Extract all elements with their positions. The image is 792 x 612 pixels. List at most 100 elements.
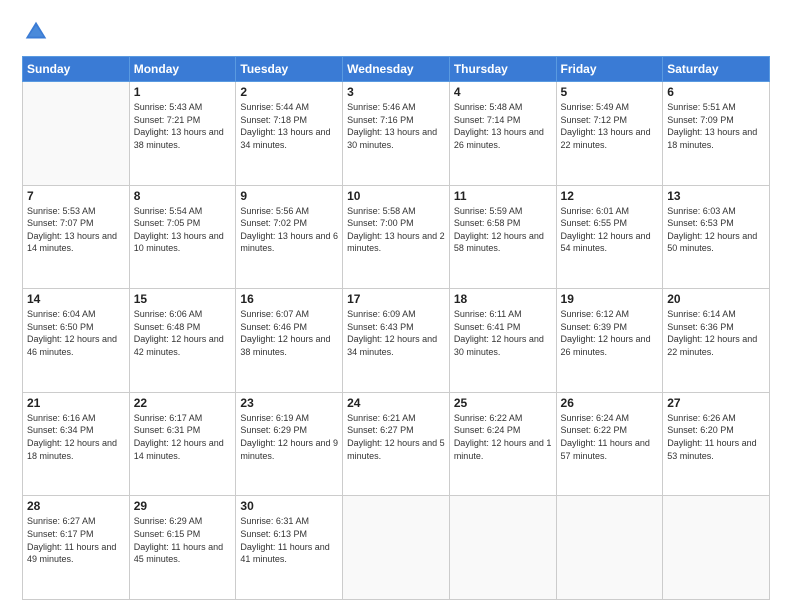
- calendar-cell: 18Sunrise: 6:11 AMSunset: 6:41 PMDayligh…: [449, 289, 556, 393]
- calendar-week-row: 21 Sunrise: 6:16 AMSunset: 6:34 PMDayligh…: [23, 392, 770, 496]
- cell-info: Sunrise: 5:56 AMSunset: 7:02 PMDaylight:…: [240, 205, 338, 255]
- day-number: 21: [27, 396, 125, 410]
- day-number: 6: [667, 85, 765, 99]
- calendar-cell: 11 Sunrise: 5:59 AMSunset: 6:58 PMDayligh…: [449, 185, 556, 289]
- day-number: 25: [454, 396, 552, 410]
- cell-info: Sunrise: 6:16 AMSunset: 6:34 PMDaylight:…: [27, 412, 125, 462]
- calendar-cell: 29 Sunrise: 6:29 AMSunset: 6:15 PMDayligh…: [129, 496, 236, 600]
- calendar-cell: [449, 496, 556, 600]
- calendar-cell: 4 Sunrise: 5:48 AMSunset: 7:14 PMDaylight…: [449, 82, 556, 186]
- calendar-cell: 25 Sunrise: 6:22 AMSunset: 6:24 PMDayligh…: [449, 392, 556, 496]
- day-number: 5: [561, 85, 659, 99]
- page: SundayMondayTuesdayWednesdayThursdayFrid…: [0, 0, 792, 612]
- day-number: 8: [134, 189, 232, 203]
- header: [22, 18, 770, 46]
- calendar-cell: [23, 82, 130, 186]
- day-number: 17: [347, 292, 445, 306]
- calendar-week-row: 7 Sunrise: 5:53 AMSunset: 7:07 PMDaylight…: [23, 185, 770, 289]
- calendar-cell: 24 Sunrise: 6:21 AMSunset: 6:27 PMDayligh…: [343, 392, 450, 496]
- day-number: 9: [240, 189, 338, 203]
- cell-info: Sunrise: 6:06 AMSunset: 6:48 PMDaylight:…: [134, 308, 232, 358]
- calendar-cell: 15 Sunrise: 6:06 AMSunset: 6:48 PMDayligh…: [129, 289, 236, 393]
- cell-info: Sunrise: 6:09 AMSunset: 6:43 PMDaylight:…: [347, 308, 445, 358]
- weekday-header: Tuesday: [236, 57, 343, 82]
- calendar-cell: 27 Sunrise: 6:26 AMSunset: 6:20 PMDayligh…: [663, 392, 770, 496]
- cell-info: Sunrise: 6:29 AMSunset: 6:15 PMDaylight:…: [134, 515, 232, 565]
- cell-info: Sunrise: 6:03 AMSunset: 6:53 PMDaylight:…: [667, 205, 765, 255]
- weekday-header: Thursday: [449, 57, 556, 82]
- weekday-header: Friday: [556, 57, 663, 82]
- calendar-cell: 9 Sunrise: 5:56 AMSunset: 7:02 PMDaylight…: [236, 185, 343, 289]
- calendar-cell: [663, 496, 770, 600]
- day-number: 22: [134, 396, 232, 410]
- day-number: 27: [667, 396, 765, 410]
- calendar-table: SundayMondayTuesdayWednesdayThursdayFrid…: [22, 56, 770, 600]
- logo-icon: [22, 18, 50, 46]
- calendar-cell: 23 Sunrise: 6:19 AMSunset: 6:29 PMDayligh…: [236, 392, 343, 496]
- calendar-cell: 1 Sunrise: 5:43 AMSunset: 7:21 PMDaylight…: [129, 82, 236, 186]
- calendar-cell: 30 Sunrise: 6:31 AMSunset: 6:13 PMDayligh…: [236, 496, 343, 600]
- weekday-header: Monday: [129, 57, 236, 82]
- day-number: 28: [27, 499, 125, 513]
- logo: [22, 18, 54, 46]
- weekday-header: Saturday: [663, 57, 770, 82]
- weekday-header: Sunday: [23, 57, 130, 82]
- calendar-cell: 14 Sunrise: 6:04 AMSunset: 6:50 PMDayligh…: [23, 289, 130, 393]
- cell-info: Sunrise: 6:21 AMSunset: 6:27 PMDaylight:…: [347, 412, 445, 462]
- calendar-cell: 7 Sunrise: 5:53 AMSunset: 7:07 PMDaylight…: [23, 185, 130, 289]
- calendar-cell: 10 Sunrise: 5:58 AMSunset: 7:00 PMDayligh…: [343, 185, 450, 289]
- cell-info: Sunrise: 5:58 AMSunset: 7:00 PMDaylight:…: [347, 205, 445, 255]
- day-number: 20: [667, 292, 765, 306]
- calendar-cell: 17 Sunrise: 6:09 AMSunset: 6:43 PMDayligh…: [343, 289, 450, 393]
- calendar-week-row: 1 Sunrise: 5:43 AMSunset: 7:21 PMDaylight…: [23, 82, 770, 186]
- day-number: 15: [134, 292, 232, 306]
- cell-info: Sunrise: 6:27 AMSunset: 6:17 PMDaylight:…: [27, 515, 125, 565]
- calendar-cell: 19Sunrise: 6:12 AMSunset: 6:39 PMDayligh…: [556, 289, 663, 393]
- calendar-cell: 22 Sunrise: 6:17 AMSunset: 6:31 PMDayligh…: [129, 392, 236, 496]
- day-number: 19: [561, 292, 659, 306]
- calendar-cell: 28 Sunrise: 6:27 AMSunset: 6:17 PMDayligh…: [23, 496, 130, 600]
- day-number: 14: [27, 292, 125, 306]
- day-number: 1: [134, 85, 232, 99]
- calendar-cell: [556, 496, 663, 600]
- cell-info: Sunrise: 5:49 AMSunset: 7:12 PMDaylight:…: [561, 101, 659, 151]
- cell-info: Sunrise: 5:51 AMSunset: 7:09 PMDaylight:…: [667, 101, 765, 151]
- cell-info: Sunrise: 6:22 AMSunset: 6:24 PMDaylight:…: [454, 412, 552, 462]
- cell-info: Sunrise: 6:19 AMSunset: 6:29 PMDaylight:…: [240, 412, 338, 462]
- cell-info: Sunrise: 5:48 AMSunset: 7:14 PMDaylight:…: [454, 101, 552, 151]
- calendar-cell: 21 Sunrise: 6:16 AMSunset: 6:34 PMDayligh…: [23, 392, 130, 496]
- day-number: 11: [454, 189, 552, 203]
- calendar-cell: 2 Sunrise: 5:44 AMSunset: 7:18 PMDaylight…: [236, 82, 343, 186]
- cell-info: Sunrise: 6:04 AMSunset: 6:50 PMDaylight:…: [27, 308, 125, 358]
- day-number: 7: [27, 189, 125, 203]
- calendar-week-row: 14 Sunrise: 6:04 AMSunset: 6:50 PMDayligh…: [23, 289, 770, 393]
- cell-info: Sunrise: 6:31 AMSunset: 6:13 PMDaylight:…: [240, 515, 338, 565]
- cell-info: Sunrise: 5:43 AMSunset: 7:21 PMDaylight:…: [134, 101, 232, 151]
- day-number: 26: [561, 396, 659, 410]
- day-number: 16: [240, 292, 338, 306]
- day-number: 30: [240, 499, 338, 513]
- calendar-cell: 20Sunrise: 6:14 AMSunset: 6:36 PMDayligh…: [663, 289, 770, 393]
- cell-info: Sunrise: 6:24 AMSunset: 6:22 PMDaylight:…: [561, 412, 659, 462]
- cell-info: Sunrise: 6:07 AMSunset: 6:46 PMDaylight:…: [240, 308, 338, 358]
- day-number: 29: [134, 499, 232, 513]
- cell-info: Sunrise: 5:59 AMSunset: 6:58 PMDaylight:…: [454, 205, 552, 255]
- day-number: 3: [347, 85, 445, 99]
- cell-info: Sunrise: 5:46 AMSunset: 7:16 PMDaylight:…: [347, 101, 445, 151]
- day-number: 23: [240, 396, 338, 410]
- day-number: 4: [454, 85, 552, 99]
- cell-info: Sunrise: 6:17 AMSunset: 6:31 PMDaylight:…: [134, 412, 232, 462]
- day-number: 13: [667, 189, 765, 203]
- calendar-cell: 26 Sunrise: 6:24 AMSunset: 6:22 PMDayligh…: [556, 392, 663, 496]
- cell-info: Sunrise: 5:53 AMSunset: 7:07 PMDaylight:…: [27, 205, 125, 255]
- day-number: 18: [454, 292, 552, 306]
- day-number: 10: [347, 189, 445, 203]
- cell-info: Sunrise: 5:54 AMSunset: 7:05 PMDaylight:…: [134, 205, 232, 255]
- day-number: 2: [240, 85, 338, 99]
- cell-info: Sunrise: 6:26 AMSunset: 6:20 PMDaylight:…: [667, 412, 765, 462]
- calendar-header-row: SundayMondayTuesdayWednesdayThursdayFrid…: [23, 57, 770, 82]
- calendar-cell: 6 Sunrise: 5:51 AMSunset: 7:09 PMDaylight…: [663, 82, 770, 186]
- day-number: 24: [347, 396, 445, 410]
- cell-info: Sunrise: 5:44 AMSunset: 7:18 PMDaylight:…: [240, 101, 338, 151]
- calendar-cell: 5 Sunrise: 5:49 AMSunset: 7:12 PMDaylight…: [556, 82, 663, 186]
